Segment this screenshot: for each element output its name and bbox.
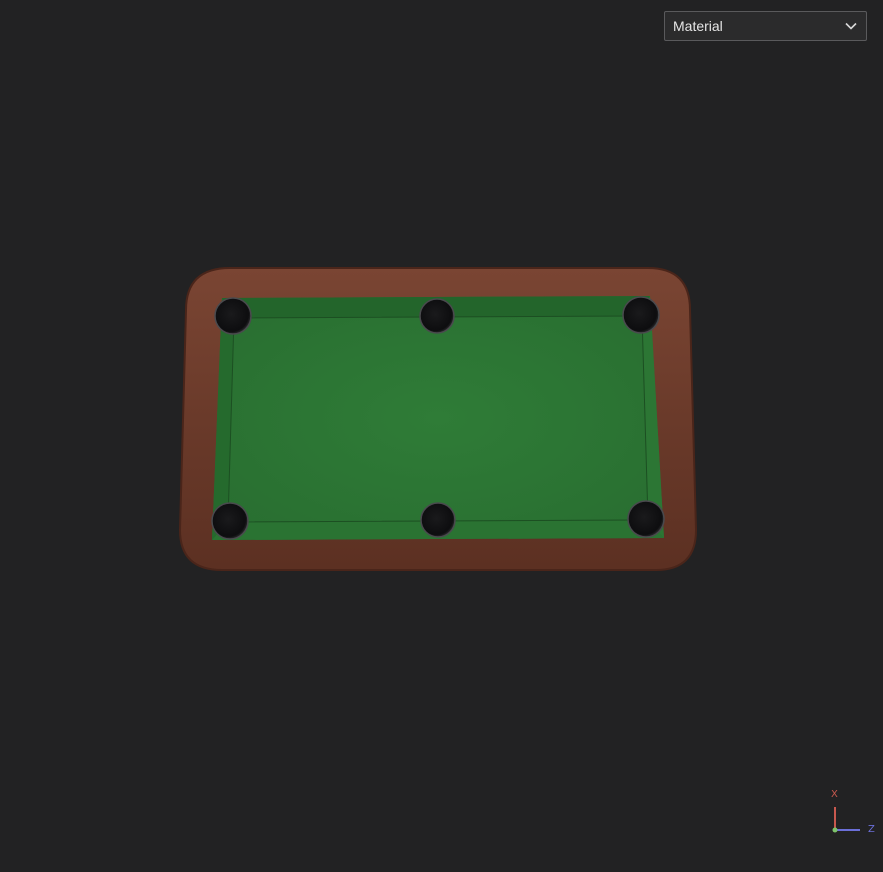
shading-mode-label: Material bbox=[673, 18, 723, 34]
shading-mode-dropdown[interactable]: Material bbox=[664, 11, 867, 41]
pocket-top-right bbox=[622, 296, 660, 334]
z-axis-label: Z bbox=[868, 824, 875, 835]
axis-gizmo: X Z bbox=[824, 786, 880, 842]
x-axis-label: X bbox=[831, 789, 838, 800]
pool-table-model[interactable] bbox=[0, 0, 883, 872]
y-axis-dot bbox=[832, 827, 838, 833]
pocket-bottom-left bbox=[211, 502, 249, 540]
pocket-bottom-right bbox=[627, 500, 665, 538]
pocket-top-left bbox=[214, 297, 252, 335]
pocket-bottom-middle bbox=[420, 502, 456, 538]
pocket-top-middle bbox=[419, 298, 455, 334]
chevron-down-icon bbox=[841, 16, 861, 36]
3d-viewport[interactable]: Material X Z bbox=[0, 0, 883, 872]
